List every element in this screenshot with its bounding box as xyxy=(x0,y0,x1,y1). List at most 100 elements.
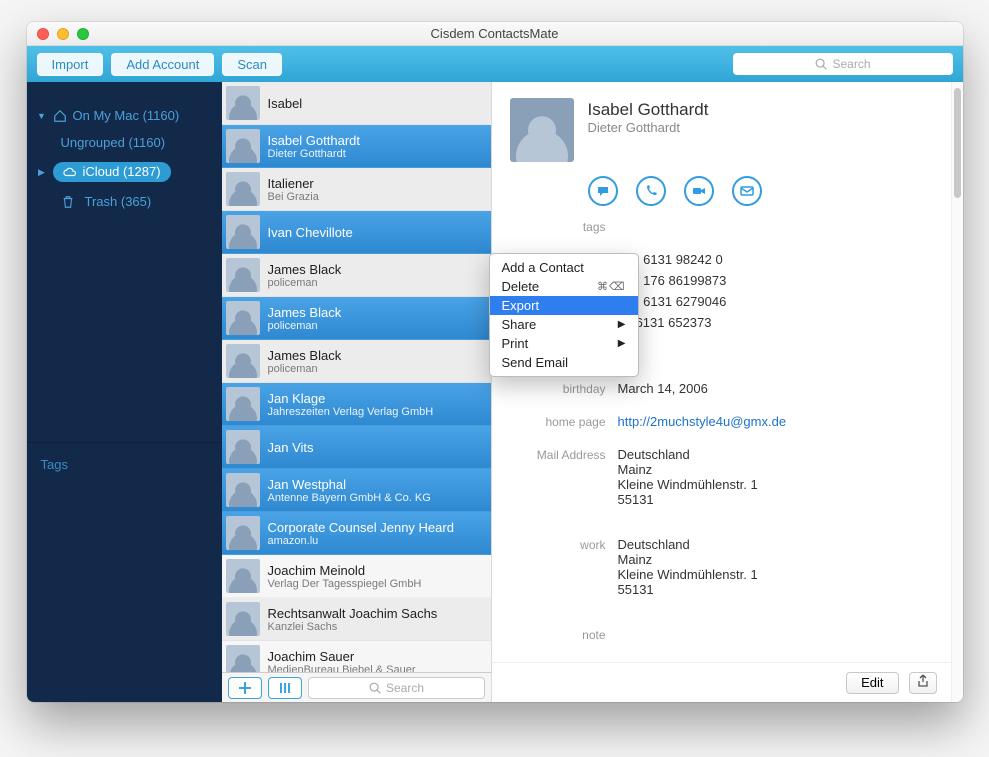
cloud-badge-icon xyxy=(228,579,246,591)
contact-list[interactable]: IsabelIsabel GotthardtDieter GotthardtIt… xyxy=(222,82,491,672)
phone-workfax[interactable]: +49 6131 6279046 xyxy=(618,294,933,309)
contact-name: James Black xyxy=(268,305,342,320)
ctx-print[interactable]: Print▶ xyxy=(490,334,638,353)
detail-scrollbar[interactable] xyxy=(951,82,963,702)
avatar xyxy=(226,387,260,421)
contact-name: Ivan Chevillote xyxy=(268,225,353,240)
contact-list-toolbar: Search xyxy=(222,672,491,702)
search-icon xyxy=(814,57,828,71)
cloud-badge-icon xyxy=(228,493,246,505)
submenu-arrow-icon: ▶ xyxy=(618,338,626,349)
sidebar-item-on-my-mac[interactable]: ▼ On My Mac (1160) xyxy=(27,102,222,129)
call-button[interactable] xyxy=(636,176,666,206)
disclosure-triangle-icon[interactable]: ▼ xyxy=(37,111,47,121)
phone-work[interactable]: +49 6131 98242 0 xyxy=(618,252,933,267)
contact-row[interactable]: Jan WestphalAntenne Bayern GmbH & Co. KG xyxy=(222,469,491,512)
contact-row[interactable]: Rechtsanwalt Joachim SachsKanzlei Sachs xyxy=(222,598,491,641)
cloud-badge-icon xyxy=(228,106,246,118)
contact-row[interactable]: Joachim MeinoldVerlag Der Tagesspiegel G… xyxy=(222,555,491,598)
cloud-badge-icon xyxy=(228,364,246,376)
avatar xyxy=(226,258,260,292)
add-contact-button[interactable] xyxy=(228,677,262,699)
contact-name: Italiener xyxy=(268,176,319,191)
contact-avatar[interactable] xyxy=(510,98,574,162)
app-window: Cisdem ContactsMate Import Add Account S… xyxy=(27,22,963,702)
contact-row[interactable]: Jan Vits xyxy=(222,426,491,469)
add-account-button[interactable]: Add Account xyxy=(111,53,214,76)
edit-button[interactable]: Edit xyxy=(846,672,898,694)
context-menu: Add a Contact Delete⌘⌫ Export Share▶ Pri… xyxy=(489,253,639,377)
scrollbar-thumb[interactable] xyxy=(954,88,961,198)
contact-subtitle: Antenne Bayern GmbH & Co. KG xyxy=(268,492,431,504)
phone-icon xyxy=(644,184,658,198)
message-button[interactable] xyxy=(588,176,618,206)
share-button[interactable] xyxy=(909,672,937,694)
titlebar: Cisdem ContactsMate xyxy=(27,22,963,46)
disclosure-triangle-icon[interactable]: ▶ xyxy=(37,167,47,178)
cloud-badge-icon xyxy=(228,321,246,333)
detail-footer: Edit xyxy=(492,662,951,702)
scan-button[interactable]: Scan xyxy=(222,53,282,76)
contact-row[interactable]: Jan KlageJahreszeiten Verlag Verlag GmbH xyxy=(222,383,491,426)
columns-button[interactable] xyxy=(268,677,302,699)
contact-name: Joachim Sauer xyxy=(268,649,416,664)
window-title: Cisdem ContactsMate xyxy=(27,26,963,41)
cloud-badge-icon xyxy=(228,450,246,462)
ctx-send-email[interactable]: Send Email xyxy=(490,353,638,372)
import-button[interactable]: Import xyxy=(37,53,104,76)
cloud-badge-icon xyxy=(228,622,246,634)
avatar xyxy=(226,344,260,378)
birthday-value: March 14, 2006 xyxy=(618,381,933,396)
email-button[interactable] xyxy=(732,176,762,206)
contact-list-search[interactable]: Search xyxy=(308,677,485,699)
cloud-badge-icon xyxy=(228,235,246,247)
avatar xyxy=(226,172,260,206)
contact-subtitle: policeman xyxy=(268,277,342,289)
cloud-badge-icon xyxy=(228,407,246,419)
contact-company: Dieter Gotthardt xyxy=(588,120,709,135)
homepage-link[interactable]: http://2muchstyle4u@gmx.de xyxy=(618,414,787,429)
search-icon xyxy=(368,681,382,695)
sidebar-item-trash[interactable]: Trash (365) xyxy=(27,188,222,215)
ctx-add-contact[interactable]: Add a Contact xyxy=(490,258,638,277)
contact-row[interactable]: Ivan Chevillote xyxy=(222,211,491,254)
phone-mobile[interactable]: +49 176 86199873 xyxy=(618,273,933,288)
cloud-badge-icon xyxy=(228,192,246,204)
minimize-window-button[interactable] xyxy=(57,28,69,40)
contact-name: Joachim Meinold xyxy=(268,563,422,578)
contact-name: Corporate Counsel Jenny Heard xyxy=(268,520,454,535)
contact-row[interactable]: James Blackpoliceman xyxy=(222,297,491,340)
sidebar-item-ungrouped[interactable]: Ungrouped (1160) xyxy=(27,129,222,156)
contact-row[interactable]: ItalienerBei Grazia xyxy=(222,168,491,211)
video-button[interactable] xyxy=(684,176,714,206)
contact-row[interactable]: James Blackpoliceman xyxy=(222,254,491,297)
cloud-badge-icon xyxy=(228,536,246,548)
close-window-button[interactable] xyxy=(37,28,49,40)
video-icon xyxy=(692,184,706,198)
work-address-value: DeutschlandMainzKleine Windmühlenstr. 15… xyxy=(618,537,933,597)
contact-row[interactable]: Isabel GotthardtDieter Gotthardt xyxy=(222,125,491,168)
toolbar: Import Add Account Scan Search xyxy=(27,46,963,82)
sidebar-item-icloud[interactable]: ▶ iCloud (1287) xyxy=(27,156,222,188)
window-controls xyxy=(37,28,89,40)
search-input[interactable]: Search xyxy=(733,53,953,75)
ctx-delete[interactable]: Delete⌘⌫ xyxy=(490,277,638,296)
home-icon xyxy=(53,109,67,123)
contact-row[interactable]: James Blackpoliceman xyxy=(222,340,491,383)
contact-row[interactable]: Corporate Counsel Jenny Heardamazon.lu xyxy=(222,512,491,555)
submenu-arrow-icon: ▶ xyxy=(618,319,626,330)
avatar xyxy=(226,473,260,507)
contact-subtitle: amazon.lu xyxy=(268,535,454,547)
contact-row[interactable]: Joachim SauerMedienBureau Biebel & Sauer xyxy=(222,641,491,672)
mail-address-value: DeutschlandMainzKleine Windmühlenstr. 15… xyxy=(618,447,933,507)
contact-name: James Black xyxy=(268,262,342,277)
cloud-icon xyxy=(63,165,77,179)
phone-mobile-2[interactable]: 49 6131 652373 xyxy=(618,315,933,330)
contact-subtitle: MedienBureau Biebel & Sauer xyxy=(268,664,416,673)
ctx-export[interactable]: Export xyxy=(490,296,638,315)
contact-name: Isabel xyxy=(268,96,303,111)
ctx-share[interactable]: Share▶ xyxy=(490,315,638,334)
contact-row[interactable]: Isabel xyxy=(222,82,491,125)
avatar xyxy=(226,516,260,550)
zoom-window-button[interactable] xyxy=(77,28,89,40)
